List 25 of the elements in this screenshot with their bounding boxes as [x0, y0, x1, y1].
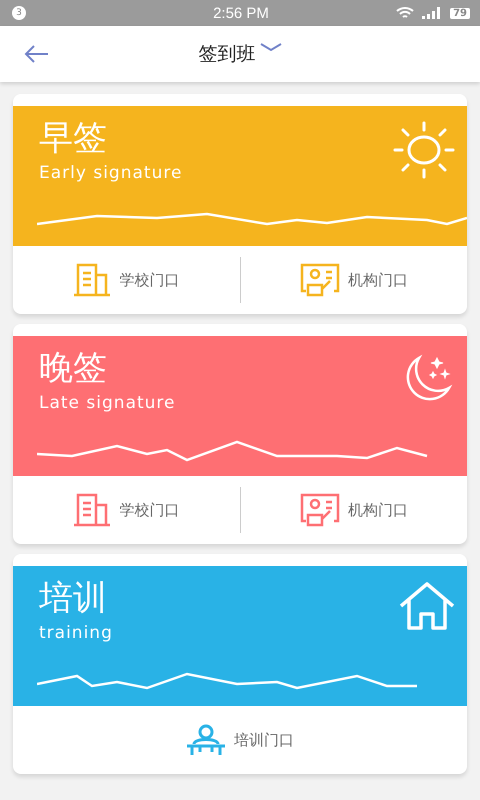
entrance-button[interactable]: 机构门口 — [240, 246, 467, 314]
card-title: 晚签 — [39, 350, 107, 388]
entrance-button[interactable]: 机构门口 — [240, 476, 467, 544]
entrance-button[interactable]: 学校门口 — [13, 246, 240, 314]
wifi-icon — [396, 6, 414, 20]
card-title: 培训 — [39, 580, 107, 618]
entrance-button[interactable]: 培训门口 — [13, 706, 467, 774]
house-icon — [397, 580, 457, 632]
battery-level: 79 — [450, 8, 470, 18]
signal-icon — [422, 7, 442, 19]
chevron-down-icon[interactable] — [260, 42, 282, 52]
status-time: 2:56 PM — [213, 4, 269, 22]
id-card-icon — [300, 493, 340, 527]
entrance-button[interactable]: 学校门口 — [13, 476, 240, 544]
id-card-icon — [300, 263, 340, 297]
card-subtitle: Early signature — [39, 163, 182, 184]
building-icon — [73, 263, 112, 297]
card-subtitle: training — [39, 623, 113, 644]
sun-icon — [391, 120, 457, 180]
page-title: 签到班 — [198, 42, 256, 67]
building-icon — [73, 493, 112, 527]
card-subtitle: Late signature — [39, 393, 176, 414]
notification-badge: 3 — [12, 6, 26, 20]
card-title: 早签 — [39, 120, 107, 158]
person-desk-icon — [186, 724, 226, 756]
